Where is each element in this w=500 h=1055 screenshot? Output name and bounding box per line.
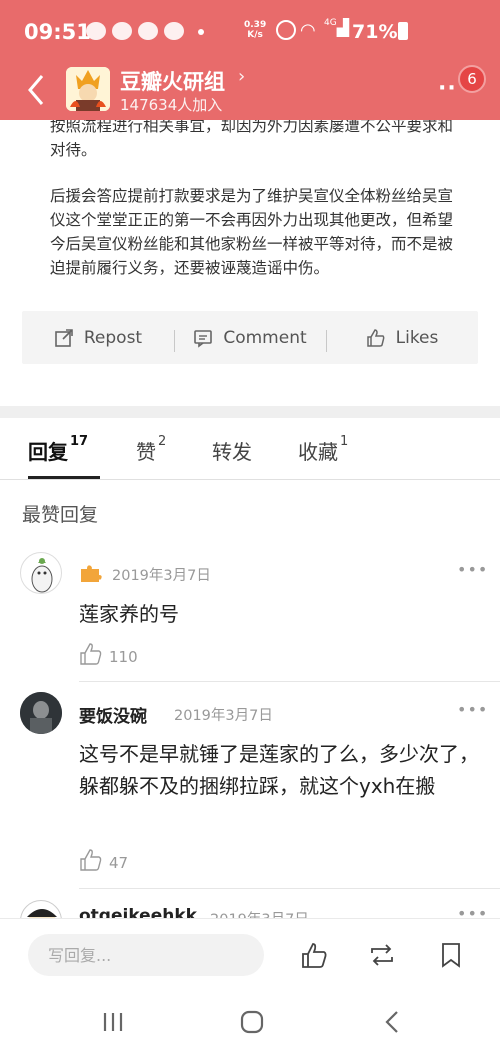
repost-button[interactable]: Repost xyxy=(22,328,174,348)
tab-count: 17 xyxy=(70,434,89,449)
group-member-count: 147634人加入 xyxy=(120,96,223,114)
comment-like-count: 110 xyxy=(109,648,138,666)
app-header: 豆瓣火研组 › 147634人加入 ·· 6 xyxy=(0,64,500,120)
net-speed-value: 0.39 xyxy=(244,20,267,30)
active-tab-indicator xyxy=(28,476,100,479)
post-paragraph: 后援会答应提前打款要求是为了维护吴宣仪全体粉丝给吴宣仪这个堂堂正正的第一不会再因… xyxy=(50,187,454,277)
reply-bar xyxy=(0,918,500,990)
tab-collections[interactable]: 收藏 1 xyxy=(298,434,349,465)
recent-apps-icon[interactable] xyxy=(101,1010,125,1034)
comment-more-icon[interactable]: ••• xyxy=(457,904,488,918)
tab-count: 1 xyxy=(340,434,349,449)
alarm-icon xyxy=(276,20,296,40)
comment-text: 这号不是早就锤了是莲家的了么，多少次了，躲都躲不及的捆绑拉踩，就这个yxh在搬 xyxy=(79,742,479,798)
notification-badge[interactable]: 6 xyxy=(458,65,486,93)
comment-like-button[interactable]: 47 xyxy=(79,848,128,872)
avatar[interactable] xyxy=(20,692,62,734)
network-type: 4G xyxy=(324,18,337,28)
battery-percent: 71% xyxy=(352,21,398,43)
home-icon[interactable] xyxy=(240,1010,264,1034)
comment-more-icon[interactable]: ••• xyxy=(457,700,488,719)
repost-icon xyxy=(55,328,73,347)
tab-label: 转发 xyxy=(212,440,252,464)
avatar[interactable] xyxy=(20,552,62,594)
post-paragraph: 按照流程进行相关事宜，却因为外力因素屡遭不公平要求和对待。 xyxy=(50,120,454,159)
comment-divider xyxy=(79,681,500,682)
wechat-icon xyxy=(138,22,158,40)
net-speed: 0.39 K/s xyxy=(244,20,266,40)
comment-item: 2019年3月7日 ••• 莲家养的号 110 xyxy=(0,550,500,682)
back-nav-icon[interactable] xyxy=(382,1010,402,1034)
comment-author[interactable]: otgeikeehkk xyxy=(79,906,197,918)
system-nav-bar xyxy=(0,990,500,1055)
tab-reposts[interactable]: 转发 xyxy=(212,436,252,465)
wifi-icon: ◠ xyxy=(300,20,316,41)
wechat-icon xyxy=(164,22,184,40)
puzzle-badge-icon xyxy=(81,565,102,582)
thumbs-up-icon xyxy=(366,328,385,347)
comment-item: otgeikeehkk 2019年3月7日 ••• xyxy=(0,896,500,918)
likes-label: Likes xyxy=(395,327,439,348)
repost-label: Repost xyxy=(83,327,143,348)
comment-author[interactable]: 要饭没碗 xyxy=(79,702,147,727)
comment-item: 要饭没碗 2019年3月7日 ••• 这号不是早就锤了是莲家的了么，多少次了，躲… xyxy=(0,688,500,889)
wechat-icon xyxy=(112,22,132,40)
more-notifications-dot xyxy=(198,29,204,35)
post-action-bar: Repost Comment Likes xyxy=(22,311,478,364)
tab-label: 回复 xyxy=(28,440,68,464)
wechat-icon xyxy=(86,22,106,40)
chevron-right-icon: › xyxy=(238,66,246,87)
likes-button[interactable]: Likes xyxy=(326,327,478,352)
tab-count: 2 xyxy=(158,434,167,449)
signal-icon: 4G▟ xyxy=(324,18,350,37)
group-name[interactable]: 豆瓣火研组 xyxy=(120,66,225,96)
repost-icon[interactable] xyxy=(368,941,396,969)
reply-input[interactable] xyxy=(28,934,264,976)
reply-tabs: 回复 17 赞2 转发 收藏 1 xyxy=(0,418,500,480)
thumbs-up-icon xyxy=(80,849,102,871)
comment-date: 2019年3月7日 xyxy=(210,908,309,918)
comment-like-count: 47 xyxy=(109,854,129,872)
comment-icon xyxy=(194,329,213,348)
comment-button[interactable]: Comment xyxy=(174,327,326,352)
comment-label: Comment xyxy=(223,327,307,348)
status-time: 09:51 xyxy=(24,20,91,44)
tab-likes[interactable]: 赞2 xyxy=(136,434,167,465)
avatar[interactable] xyxy=(20,900,62,918)
tab-label: 赞 xyxy=(136,440,156,464)
comment-divider xyxy=(79,888,500,889)
section-divider xyxy=(0,406,500,418)
comment-like-button[interactable]: 110 xyxy=(79,642,138,666)
tab-label: 收藏 xyxy=(298,440,338,464)
comment-date: 2019年3月7日 xyxy=(174,708,273,724)
notification-icons xyxy=(86,22,184,40)
thumbs-up-icon xyxy=(80,643,102,665)
status-bar: 09:51 0.39 K/s ◠ 4G▟ 71% xyxy=(0,0,500,64)
top-replies-title: 最赞回复 xyxy=(22,504,99,526)
comment-more-icon[interactable]: ••• xyxy=(457,560,488,579)
battery-icon xyxy=(398,22,408,40)
thumbs-up-icon[interactable] xyxy=(300,941,328,969)
group-avatar[interactable] xyxy=(66,67,110,111)
more-options-icon[interactable]: ·· xyxy=(438,76,457,101)
post-body: 按照流程进行相关事宜，却因为外力因素屡遭不公平要求和对待。 后援会答应提前打款要… xyxy=(50,120,460,304)
back-icon[interactable] xyxy=(26,74,46,112)
comment-text: 莲家养的号 xyxy=(79,602,179,626)
tab-replies[interactable]: 回复 17 xyxy=(28,434,89,465)
bookmark-icon[interactable] xyxy=(437,941,465,969)
comment-date: 2019年3月7日 xyxy=(112,568,211,584)
net-speed-unit: K/s xyxy=(247,30,263,40)
